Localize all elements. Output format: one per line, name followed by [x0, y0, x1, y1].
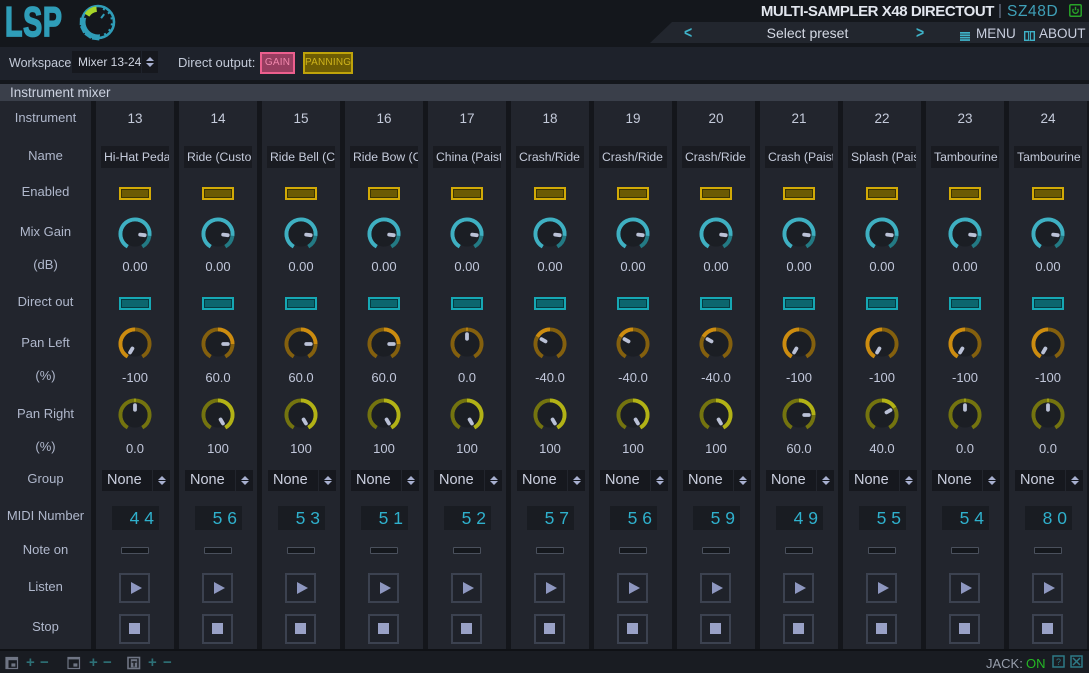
svg-text:?: ? — [1056, 657, 1061, 667]
